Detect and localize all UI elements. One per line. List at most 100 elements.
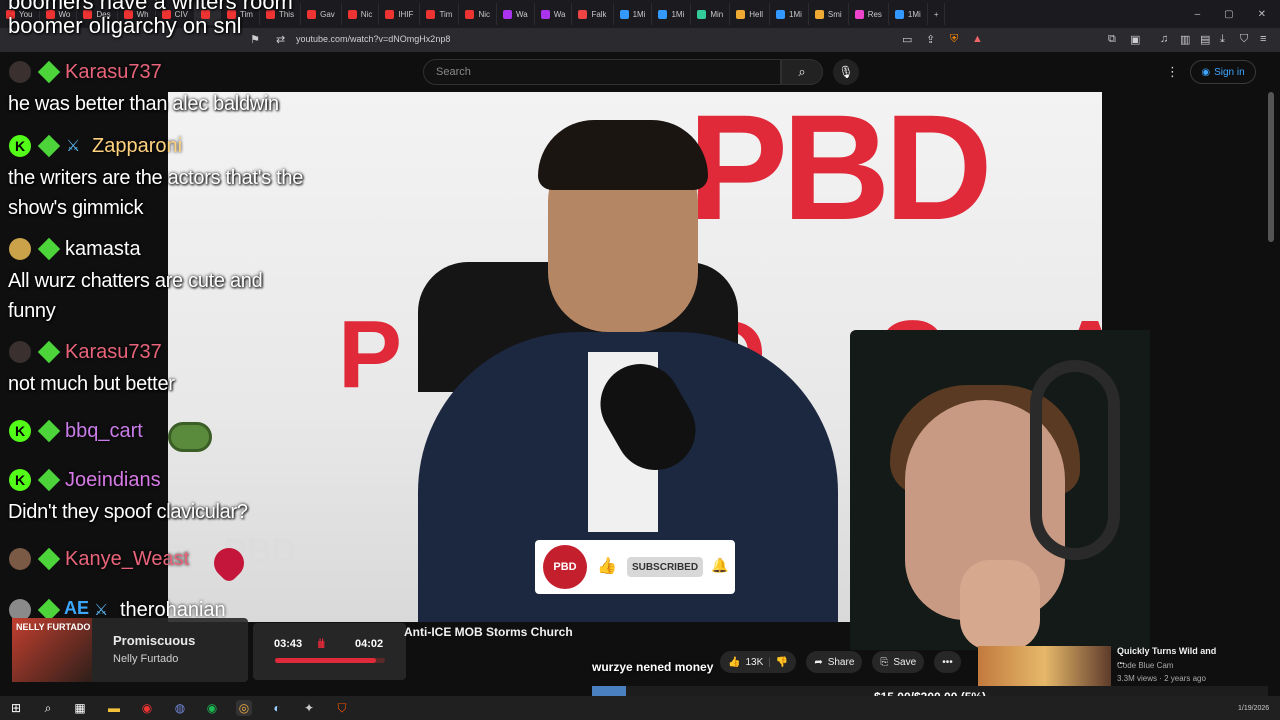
streamer-hand xyxy=(960,560,1040,650)
browser-tab[interactable]: IHIF xyxy=(379,3,421,25)
browser-tab[interactable]: Falk xyxy=(572,3,614,25)
windows-start-icon[interactable]: ⊞ xyxy=(8,700,24,716)
browser-tab[interactable]: Tim xyxy=(420,3,460,25)
browser-tab[interactable]: Hell xyxy=(730,3,771,25)
wallet-icon[interactable]: ▤ xyxy=(1200,33,1210,46)
recommended-video[interactable]: Quickly Turns Wild and ... Code Blue Cam… xyxy=(978,646,1218,686)
brave-icon[interactable]: ⛉ xyxy=(334,700,350,716)
tab-search-icon[interactable]: ▣ xyxy=(1130,33,1140,46)
vpn-icon[interactable]: ⛉ xyxy=(1240,33,1248,46)
search-icon: ⌕ xyxy=(798,64,806,79)
chrome-icon[interactable]: ◎ xyxy=(236,700,252,716)
song-progress-bar xyxy=(275,658,385,663)
download-icon[interactable]: ⤓ xyxy=(1220,33,1225,46)
tab-favicon-icon xyxy=(854,9,864,19)
tab-favicon-icon xyxy=(776,9,786,19)
browser-tab[interactable]: 1Mi xyxy=(614,3,653,25)
save-icon: ⎘ xyxy=(880,656,889,668)
now-playing-widget: NELLY FURTADO Promiscuous Nelly Furtado xyxy=(12,618,248,682)
menu-icon[interactable]: ≡ xyxy=(1260,33,1266,45)
sub-badge-icon xyxy=(37,340,61,364)
like-button[interactable]: 👍 13K | 👎 xyxy=(720,651,797,673)
sub-badge-icon xyxy=(37,468,61,492)
browser-tab[interactable]: Nic xyxy=(459,3,498,25)
song-timer: 03:43 ılılı 04:02 xyxy=(253,623,406,680)
tab-favicon-icon xyxy=(385,9,395,19)
rewards-icon[interactable]: ▲ xyxy=(972,33,983,45)
browser-tab[interactable]: 1Mi xyxy=(770,3,809,25)
headphones xyxy=(1030,360,1120,560)
chat-top-line-1: boomers have a writers room xyxy=(8,0,293,14)
like-count: 13K xyxy=(745,656,764,668)
tab-favicon-icon xyxy=(426,9,436,19)
screen-icon[interactable]: ▭ xyxy=(902,33,912,46)
streamer-webcam xyxy=(850,330,1150,650)
spotify-icon[interactable]: ◉ xyxy=(204,700,220,716)
chat-top-message: boomers have a writers room boomer oliga… xyxy=(8,0,293,38)
new-tab-button[interactable]: + xyxy=(928,3,946,25)
song-title: Promiscuous xyxy=(113,633,196,648)
donation-name: wurzye nened money xyxy=(592,660,714,674)
thumbs-down-icon[interactable]: 👎 xyxy=(776,657,788,668)
chat-username: Karasu737 xyxy=(65,341,162,363)
window-controls: – ▢ ✕ xyxy=(1195,9,1280,20)
recommended-thumbnail[interactable] xyxy=(978,646,1111,686)
more-options-icon[interactable]: ⋮ xyxy=(1166,64,1179,80)
search-icon[interactable]: ⌕ xyxy=(40,700,56,716)
chat-username: bbq_cart xyxy=(65,420,143,442)
browser-tab[interactable]: Min xyxy=(691,3,731,25)
avatar xyxy=(9,341,31,363)
browser-tab[interactable]: Res xyxy=(849,3,889,25)
search-button[interactable]: ⌕ xyxy=(781,59,823,85)
tab-label: Smi xyxy=(827,9,842,19)
tab-label: Nic xyxy=(360,9,373,19)
tab-favicon-icon xyxy=(697,9,707,19)
share-label: Share xyxy=(827,656,855,668)
sign-in-button[interactable]: ◉ Sign in xyxy=(1190,60,1256,84)
browser-tab[interactable]: Wa xyxy=(497,3,535,25)
video-brand-text: PBD xyxy=(688,92,993,251)
voice-search-button[interactable]: 🎙 xyxy=(833,59,859,85)
recommended-channel[interactable]: Code Blue Cam xyxy=(1117,661,1173,670)
subscribe-overlay: PBD 👍 SUBSCRIBED 🔔 xyxy=(535,540,735,594)
task-view-icon[interactable]: ▦ xyxy=(72,700,88,716)
app-icon[interactable]: ✦ xyxy=(301,700,317,716)
steam-icon[interactable]: ◐ xyxy=(269,700,285,716)
browser-tab[interactable]: 1Mi xyxy=(889,3,928,25)
brave-shield-icon[interactable]: ⛨ xyxy=(950,33,958,46)
save-button[interactable]: ⎘ Save xyxy=(872,651,925,673)
microphone-icon: 🎙 xyxy=(838,65,854,79)
browser-tab[interactable]: 1Mi xyxy=(652,3,692,25)
extensions-icon[interactable]: ⧉ xyxy=(1108,33,1116,46)
tab-label: Tim xyxy=(439,9,453,19)
sidebar-icon[interactable]: ▥ xyxy=(1180,33,1190,46)
browser-tab[interactable]: Wa xyxy=(535,3,573,25)
share-icon[interactable]: ⇪ xyxy=(926,33,935,46)
browser-tab[interactable]: Nic xyxy=(342,3,380,25)
tab-favicon-icon xyxy=(619,9,629,19)
close-icon[interactable]: ✕ xyxy=(1258,9,1266,20)
file-explorer-icon[interactable]: ▬ xyxy=(106,700,122,716)
obs-icon[interactable]: ◉ xyxy=(139,700,155,716)
thumbs-up-icon: 👍 xyxy=(597,558,617,575)
sub-badge-icon xyxy=(37,547,61,571)
channel-logo: PBD xyxy=(543,545,587,589)
kick-badge-icon: K xyxy=(9,420,31,442)
maximize-icon[interactable]: ▢ xyxy=(1224,9,1233,20)
discord-icon[interactable]: ◍ xyxy=(172,700,188,716)
media-icon[interactable]: ♫ xyxy=(1160,33,1168,45)
minimize-icon[interactable]: – xyxy=(1195,9,1201,20)
share-button[interactable]: ➦ Share xyxy=(806,651,863,673)
more-actions-button[interactable]: ••• xyxy=(934,651,961,673)
sub-badge-icon xyxy=(37,134,61,158)
video-title: Anti-ICE MOB Storms Church xyxy=(404,625,573,639)
browser-tab[interactable]: Smi xyxy=(809,3,849,25)
chat-message: not much but better xyxy=(8,373,175,395)
chat-message: All wurz chatters are cute and funny xyxy=(8,270,263,322)
song-artist: Nelly Furtado xyxy=(113,653,179,665)
song-progress-fill xyxy=(275,658,377,663)
tab-label: Nic xyxy=(478,9,491,19)
avatar xyxy=(9,61,31,83)
scrollbar[interactable] xyxy=(1268,92,1274,242)
search-input[interactable]: Search xyxy=(423,59,781,85)
